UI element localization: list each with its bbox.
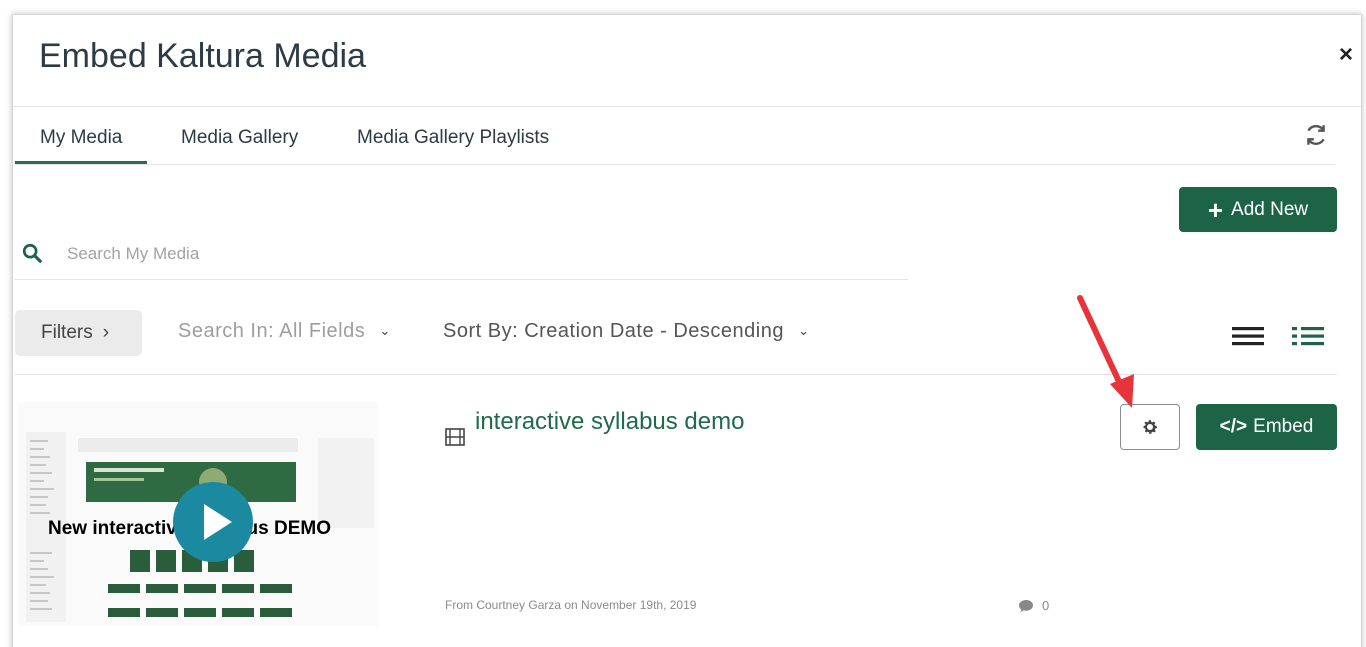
search-input[interactable] — [67, 238, 867, 270]
add-new-button[interactable]: + Add New — [1179, 187, 1337, 232]
tab-media-gallery[interactable]: Media Gallery — [166, 124, 313, 164]
gear-icon — [1143, 420, 1158, 434]
plus-icon: + — [1207, 194, 1224, 225]
code-icon: </> — [1219, 416, 1248, 437]
modal-title: Embed Kaltura Media — [39, 37, 366, 75]
embed-button[interactable]: </> Embed — [1196, 404, 1337, 450]
video-film-icon — [445, 428, 465, 446]
sort-by-label: Sort By: Creation Date - Descending — [443, 320, 784, 342]
divider — [15, 374, 1337, 375]
media-meta: From Courtney Garza on November 19th, 20… — [445, 598, 697, 612]
list-view-icon[interactable] — [1230, 322, 1266, 350]
media-tabs: My Media Media Gallery Media Gallery Pla… — [15, 118, 1335, 165]
filters-label: Filters — [41, 322, 93, 343]
search-bar — [15, 232, 908, 280]
refresh-icon[interactable] — [1303, 122, 1329, 148]
sort-by-dropdown[interactable]: Sort By: Creation Date - Descending ⌄ — [443, 320, 809, 343]
comment-icon — [1019, 599, 1033, 612]
chevron-right-icon: › — [102, 322, 110, 343]
embed-label: Embed — [1253, 416, 1314, 437]
settings-button[interactable] — [1120, 404, 1180, 450]
search-icon — [22, 243, 42, 263]
modal-header: Embed Kaltura Media × — [13, 15, 1361, 107]
media-title-link[interactable]: interactive syllabus demo — [475, 408, 744, 436]
chevron-down-icon: ⌄ — [798, 323, 810, 338]
search-in-dropdown[interactable]: Search In: All Fields ⌄ — [178, 320, 391, 343]
tab-my-media[interactable]: My Media — [15, 124, 148, 164]
add-new-label: Add New — [1231, 198, 1309, 220]
search-in-label: Search In: All Fields — [178, 320, 366, 342]
tab-media-gallery-playlists[interactable]: Media Gallery Playlists — [342, 124, 564, 164]
detailed-view-icon[interactable] — [1290, 322, 1326, 350]
comments-count: 0 — [1018, 598, 1049, 613]
comment-count-label: 0 — [1042, 598, 1050, 613]
chevron-down-icon: ⌄ — [379, 323, 391, 338]
media-thumbnail[interactable]: New interactive syllabus DEMO — [18, 402, 378, 626]
filters-button[interactable]: Filters › — [15, 310, 142, 356]
close-button[interactable]: × — [1339, 41, 1353, 69]
play-icon[interactable] — [173, 482, 253, 562]
